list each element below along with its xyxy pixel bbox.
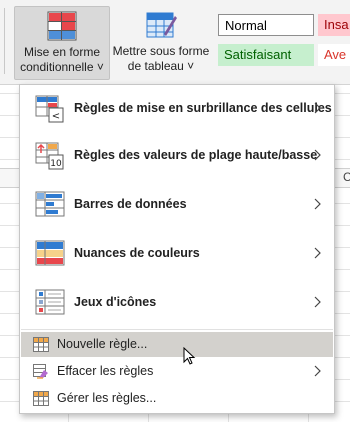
menu-item-icon-sets[interactable]: Jeux d'icônes <box>21 280 333 326</box>
svg-text:<: < <box>52 111 60 122</box>
menu-item-highlight-rules[interactable]: < Règles de mise en surbrillance des cel… <box>21 86 333 132</box>
chevron-right-icon <box>314 198 321 210</box>
ribbon-separator <box>4 8 5 74</box>
conditional-formatting-label-2: conditionnelle ˅ <box>20 60 104 74</box>
style-good[interactable]: Satisfaisant <box>218 44 314 66</box>
conditional-formatting-menu: < Règles de mise en surbrillance des cel… <box>19 84 335 414</box>
format-as-table-label-2: de tableau ˅ <box>127 59 195 73</box>
menu-item-label: Nouvelle règle... <box>57 337 148 351</box>
menu-item-clear-rules[interactable]: Effacer les règles <box>21 359 333 384</box>
manage-rules-icon <box>33 391 49 406</box>
menu-item-label: Barres de données <box>74 197 187 211</box>
menu-item-manage-rules[interactable]: Gérer les règles... <box>21 386 333 411</box>
conditional-formatting-label-1: Mise en forme <box>23 45 101 59</box>
style-normal[interactable]: Normal <box>218 14 314 36</box>
menu-item-color-scales[interactable]: Nuances de couleurs <box>21 231 333 277</box>
format-as-table-button[interactable]: Mettre sous forme de tableau ˅ <box>110 6 212 80</box>
menu-item-label: Règles des valeurs de plage haute/basse <box>74 148 318 162</box>
svg-text:10: 10 <box>50 159 62 169</box>
conditional-formatting-icon <box>45 11 79 41</box>
menu-item-label: Règles de mise en surbrillance des cellu… <box>74 101 332 115</box>
format-as-table-label-1: Mettre sous forme <box>112 44 210 58</box>
chevron-right-icon <box>314 247 321 259</box>
top-bottom-rules-icon: 10 <box>35 141 65 171</box>
menu-item-data-bars[interactable]: Barres de données <box>21 182 333 228</box>
conditional-formatting-button[interactable]: Mise en forme conditionnelle ˅ <box>14 6 110 80</box>
menu-item-new-rule[interactable]: Nouvelle règle... <box>21 332 333 357</box>
chevron-right-icon <box>314 149 321 161</box>
color-scales-icon <box>35 239 65 269</box>
column-letter[interactable]: C <box>343 170 350 184</box>
clear-rules-icon <box>33 364 49 379</box>
highlight-rules-icon: < <box>35 94 65 124</box>
menu-item-top-bottom-rules[interactable]: 10 Règles des valeurs de plage haute/bas… <box>21 133 333 179</box>
ribbon: Mise en forme conditionnelle ˅ Mettre so… <box>0 0 350 85</box>
menu-item-label: Jeux d'icônes <box>74 295 157 309</box>
new-rule-icon <box>33 337 49 352</box>
mouse-pointer-icon <box>183 346 197 367</box>
icon-sets-icon <box>35 288 65 318</box>
chevron-right-icon <box>314 102 321 114</box>
chevron-right-icon <box>314 365 321 377</box>
style-neutral[interactable]: Ave <box>318 44 350 66</box>
format-as-table-icon <box>144 10 178 40</box>
data-bars-icon <box>35 190 65 220</box>
cell-styles-gallery: Normal Insa Satisfaisant Ave <box>212 10 350 70</box>
menu-separator <box>21 329 333 330</box>
chevron-right-icon <box>314 296 321 308</box>
menu-item-label: Gérer les règles... <box>57 391 157 405</box>
menu-item-label: Nuances de couleurs <box>74 246 200 260</box>
menu-item-label: Effacer les règles <box>57 364 154 378</box>
style-bad[interactable]: Insa <box>318 14 350 36</box>
